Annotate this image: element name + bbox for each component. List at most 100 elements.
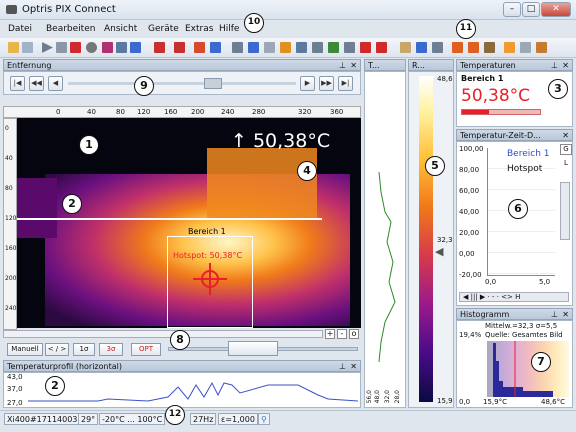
play-icon[interactable]: [42, 42, 53, 53]
menu-geraete[interactable]: Geräte: [148, 24, 179, 34]
camera-icon[interactable]: [102, 42, 113, 53]
snapshot-icon[interactable]: [116, 42, 127, 53]
line-icon[interactable]: [360, 42, 371, 53]
tt-hscrollbar[interactable]: ◀ ||| ▶ · - · <> H: [459, 292, 569, 302]
record-icon[interactable]: [86, 42, 97, 53]
temps-pane-title: Temperaturen: [460, 61, 516, 70]
layout3-icon[interactable]: [194, 42, 205, 53]
close-icon[interactable]: ✕: [350, 60, 357, 71]
fit-icon[interactable]: [432, 42, 443, 53]
tt-vscrollbar[interactable]: [560, 182, 570, 240]
chart7-icon[interactable]: [328, 42, 339, 53]
copy-icon[interactable]: [130, 42, 141, 53]
close-button[interactable]: ✕: [541, 2, 571, 17]
image-hscrollbar[interactable]: [3, 330, 323, 338]
stop-icon[interactable]: [70, 42, 81, 53]
pin-icon[interactable]: ⊥: [551, 309, 558, 320]
thermal-image[interactable]: Bereich 1 Hotspot: 50,38°C ↑ 50,38°C: [17, 118, 361, 328]
status-fps: 27Hz: [190, 413, 217, 425]
temps-level-bar: [461, 109, 541, 115]
menu-extras[interactable]: Extras: [185, 24, 213, 34]
last-frame-button[interactable]: ▶|: [338, 76, 353, 91]
sigma1-button[interactable]: 1σ: [73, 343, 95, 356]
close-icon[interactable]: ✕: [350, 361, 357, 372]
chart2-icon[interactable]: [248, 42, 259, 53]
pin-icon[interactable]: ⊥: [551, 60, 558, 71]
callout-2: 2: [62, 194, 82, 214]
histo-stats: Mittelw.=32,3 σ=5,5: [485, 322, 558, 330]
histo-percent: 19,4%: [459, 331, 482, 339]
histogram-chart: Mittelw.=32,3 σ=5,5 Quelle: Gesamtes Bil…: [456, 320, 573, 408]
menu-bar: Datei Bearbeiten Ansicht Geräte Extras H…: [0, 22, 576, 38]
pause-icon[interactable]: [56, 42, 67, 53]
settings-icon[interactable]: [520, 42, 531, 53]
palette2-icon[interactable]: [468, 42, 479, 53]
close-icon[interactable]: ✕: [562, 309, 569, 320]
status-fov: 29°: [78, 413, 99, 425]
playback-slider-track[interactable]: [68, 82, 296, 85]
extras-icon[interactable]: [536, 42, 547, 53]
palette1-icon[interactable]: [452, 42, 463, 53]
layout4-icon[interactable]: [210, 42, 221, 53]
profile-ytick: 37,0: [7, 385, 23, 393]
zoom-plus-button[interactable]: +: [325, 329, 335, 339]
menu-ansicht[interactable]: Ansicht: [104, 24, 137, 34]
chart3-icon[interactable]: [264, 42, 275, 53]
tt-ytick: 80,00: [459, 166, 480, 174]
minimize-button[interactable]: –: [503, 2, 521, 17]
mini-tick: 32,0: [384, 390, 391, 404]
layout2-icon[interactable]: [174, 42, 185, 53]
mini-tick: 48,0: [374, 390, 381, 404]
callout-11: 11: [456, 19, 476, 39]
connection-icon[interactable]: ⚲: [258, 413, 270, 425]
line2-icon[interactable]: [376, 42, 387, 53]
ruler-tick: 120: [137, 108, 151, 116]
histo-x0: 0,0: [459, 398, 471, 406]
zoom-minus-button[interactable]: -: [337, 329, 347, 339]
tt-xtick: 5,0: [539, 278, 551, 286]
temps-area-value: 50,38°C: [461, 86, 531, 106]
chart8-icon[interactable]: [344, 42, 355, 53]
profile-line[interactable]: [17, 218, 322, 220]
tt-tab-g[interactable]: G: [560, 144, 572, 155]
save-icon[interactable]: [22, 42, 33, 53]
range-arrows-button[interactable]: < / >: [45, 343, 69, 356]
range-slider-thumb[interactable]: [228, 341, 278, 356]
hand-icon[interactable]: [400, 42, 411, 53]
close-icon[interactable]: ✕: [562, 60, 569, 71]
chart5-icon[interactable]: [296, 42, 307, 53]
chart6-icon[interactable]: [312, 42, 323, 53]
menu-datei[interactable]: Datei: [8, 24, 32, 34]
sigma3-button[interactable]: 3σ: [99, 343, 123, 356]
open-icon[interactable]: [8, 42, 19, 53]
profile-ytick: 27,0: [7, 399, 23, 407]
app-icon: [6, 5, 17, 14]
menu-hilfe[interactable]: Hilfe: [219, 24, 239, 34]
close-icon[interactable]: ✕: [562, 130, 569, 141]
maximize-button[interactable]: □: [522, 2, 540, 17]
colorbar-pane: 48,6 32,3 ◀ 15,9: [408, 71, 454, 408]
color-scale-bar[interactable]: [419, 76, 433, 402]
tt-tab-l[interactable]: L: [560, 159, 572, 170]
callout-2-profile: 2: [45, 376, 65, 396]
prev-frame-button[interactable]: ◀: [48, 76, 63, 91]
zoom-reset-button[interactable]: o: [349, 329, 359, 339]
opt-button[interactable]: OPT: [131, 343, 161, 356]
menu-bearbeiten[interactable]: Bearbeiten: [46, 24, 95, 34]
chart4-icon[interactable]: [280, 42, 291, 53]
rewind-button[interactable]: ◀◀: [29, 76, 44, 91]
chart1-icon[interactable]: [232, 42, 243, 53]
next-frame-button[interactable]: ▶: [300, 76, 315, 91]
tools-icon[interactable]: [484, 42, 495, 53]
zoom-icon[interactable]: [416, 42, 427, 53]
temp-time-pane-header: Temperatur-Zeit-D... ✕: [456, 129, 573, 141]
first-frame-button[interactable]: |◀: [10, 76, 25, 91]
layout1-icon[interactable]: [154, 42, 165, 53]
playback-slider-thumb[interactable]: [204, 78, 222, 89]
vruler-tick: 240: [5, 305, 17, 312]
pin-icon[interactable]: ⊥: [339, 361, 346, 372]
manual-button[interactable]: Manuell: [7, 343, 43, 356]
colorbar-icon[interactable]: [504, 42, 515, 53]
forward-button[interactable]: ▶▶: [319, 76, 334, 91]
pin-icon[interactable]: ⊥: [339, 60, 346, 71]
